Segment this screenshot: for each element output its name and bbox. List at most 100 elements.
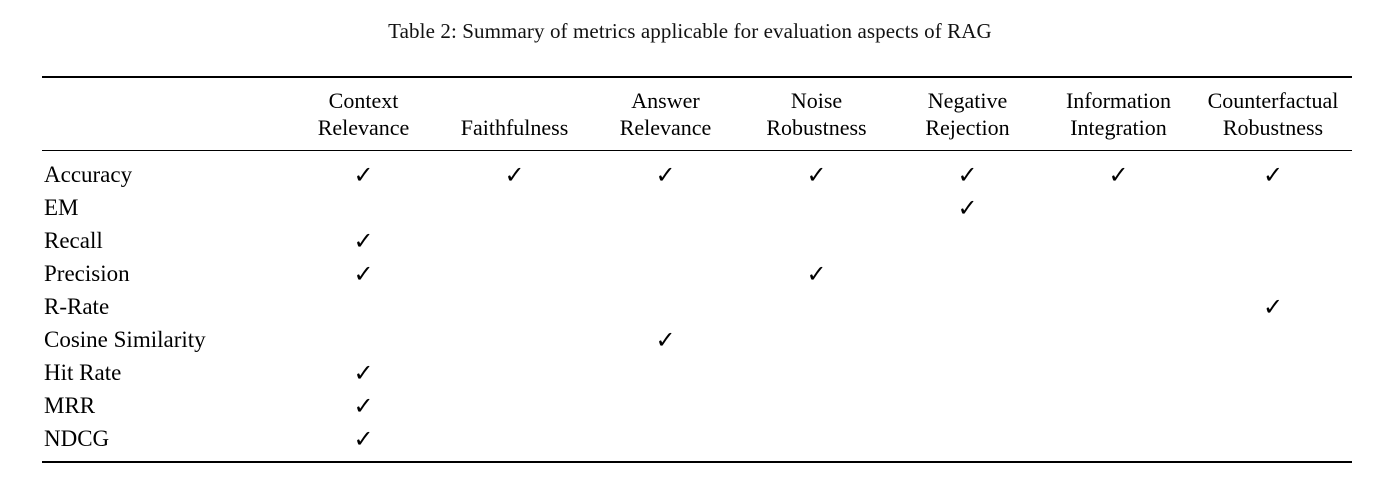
cell-ndcg-context-relevance: ✓ [288,422,439,462]
column-header-negative-rejection: Negative Rejection [892,76,1043,151]
table-row: Hit Rate ✓ [42,356,1352,389]
check-icon: ✓ [353,359,374,387]
table-row: Cosine Similarity ✓ [42,323,1352,356]
metrics-table-container: Context Relevance Faithfulness Answer Re… [42,76,1352,464]
cell-cosine-similarity-noise-robustness [741,323,892,356]
table-header: Context Relevance Faithfulness Answer Re… [42,76,1352,151]
check-icon: ✓ [957,194,978,222]
column-header-line1: Noise [790,88,843,113]
cell-em-noise-robustness [741,191,892,224]
column-header-line2: Faithfulness [460,115,569,140]
cell-recall-faithfulness [439,224,590,257]
cell-hit-rate-negative-rejection [892,356,1043,389]
row-label-mrr: MRR [44,393,96,418]
cell-precision-counterfactual-robustness [1194,257,1352,290]
bottom-rule-cell [42,461,288,464]
table-header-row: Context Relevance Faithfulness Answer Re… [42,76,1352,151]
cell-em-information-integration [1043,191,1194,224]
row-label-ndcg: NDCG [44,426,110,451]
table-row: R-Rate ✓ [42,290,1352,323]
check-icon: ✓ [655,326,676,354]
bottom-rule-cell [288,461,439,464]
table-row: MRR ✓ [42,389,1352,422]
row-label-hit-rate: Hit Rate [44,360,122,385]
check-icon: ✓ [655,161,676,189]
column-header-line1: Answer [631,88,700,113]
check-icon: ✓ [1262,293,1284,321]
bottom-rule-cell [892,461,1043,464]
cell-accuracy-negative-rejection: ✓ [892,150,1043,191]
cell-cosine-similarity-negative-rejection [892,323,1043,356]
cell-ndcg-answer-relevance [590,422,741,462]
cell-ndcg-negative-rejection [892,422,1043,462]
table-row: EM ✓ [42,191,1352,224]
column-header-context-relevance: Context Relevance [288,76,439,151]
cell-r-rate-negative-rejection [892,290,1043,323]
cell-hit-rate-faithfulness [439,356,590,389]
cell-accuracy-faithfulness: ✓ [439,150,590,191]
column-header-line2: Relevance [619,115,712,140]
column-header-answer-relevance: Answer Relevance [590,76,741,151]
cell-hit-rate-counterfactual-robustness [1194,356,1352,389]
cell-mrr-counterfactual-robustness [1194,389,1352,422]
cell-em-answer-relevance [590,191,741,224]
bottom-rule-cell [439,461,590,464]
cell-accuracy-context-relevance: ✓ [288,150,439,191]
cell-precision-answer-relevance [590,257,741,290]
row-label-precision: Precision [44,261,130,286]
cell-r-rate-faithfulness [439,290,590,323]
check-icon: ✓ [1262,161,1284,189]
cell-r-rate-noise-robustness [741,290,892,323]
table-row: Recall ✓ [42,224,1352,257]
cell-r-rate-information-integration [1043,290,1194,323]
cell-r-rate-answer-relevance [590,290,741,323]
cell-recall-context-relevance: ✓ [288,224,439,257]
cell-hit-rate-information-integration [1043,356,1194,389]
cell-ndcg-faithfulness [439,422,590,462]
cell-hit-rate-answer-relevance [590,356,741,389]
cell-cosine-similarity-information-integration [1043,323,1194,356]
cell-recall-answer-relevance [590,224,741,257]
column-header-line1: Negative [927,88,1008,113]
check-icon: ✓ [353,425,374,453]
cell-recall-information-integration [1043,224,1194,257]
check-icon: ✓ [353,227,374,255]
metrics-table: Context Relevance Faithfulness Answer Re… [42,76,1352,464]
cell-accuracy-answer-relevance: ✓ [590,150,741,191]
cell-em-counterfactual-robustness [1194,191,1352,224]
column-header-line1: Counterfactual [1207,88,1339,113]
cell-recall-noise-robustness [741,224,892,257]
cell-precision-noise-robustness: ✓ [741,257,892,290]
row-label-em: EM [44,195,79,220]
check-icon: ✓ [504,161,525,189]
check-icon: ✓ [806,161,827,189]
check-icon: ✓ [957,161,978,189]
cell-hit-rate-context-relevance: ✓ [288,356,439,389]
cell-em-faithfulness [439,191,590,224]
cell-cosine-similarity-answer-relevance: ✓ [590,323,741,356]
bottom-rule-cell [741,461,892,464]
check-icon: ✓ [806,260,827,288]
cell-cosine-similarity-counterfactual-robustness [1194,323,1352,356]
bottom-rule-cell [590,461,741,464]
row-label-r-rate: R-Rate [44,294,110,319]
cell-ndcg-information-integration [1043,422,1194,462]
bottom-rule-cell [1194,461,1352,464]
cell-hit-rate-noise-robustness [741,356,892,389]
cell-r-rate-counterfactual-robustness: ✓ [1194,290,1352,323]
column-header-line2: Robustness [766,115,867,140]
column-header-line2: Robustness [1222,115,1324,140]
row-label-cosine-similarity: Cosine Similarity [44,327,206,352]
cell-r-rate-context-relevance [288,290,439,323]
cell-accuracy-noise-robustness: ✓ [741,150,892,191]
bottom-rule-cell [1043,461,1194,464]
table-figure-page: Table 2: Summary of metrics applicable f… [0,0,1380,500]
check-icon: ✓ [353,161,374,189]
column-header-line1: Context [328,88,399,113]
table-bottom-rule [42,461,1352,464]
cell-accuracy-information-integration: ✓ [1043,150,1194,191]
column-header-information-integration: Information Integration [1043,76,1194,151]
cell-cosine-similarity-faithfulness [439,323,590,356]
column-header-noise-robustness: Noise Robustness [741,76,892,151]
cell-precision-negative-rejection [892,257,1043,290]
